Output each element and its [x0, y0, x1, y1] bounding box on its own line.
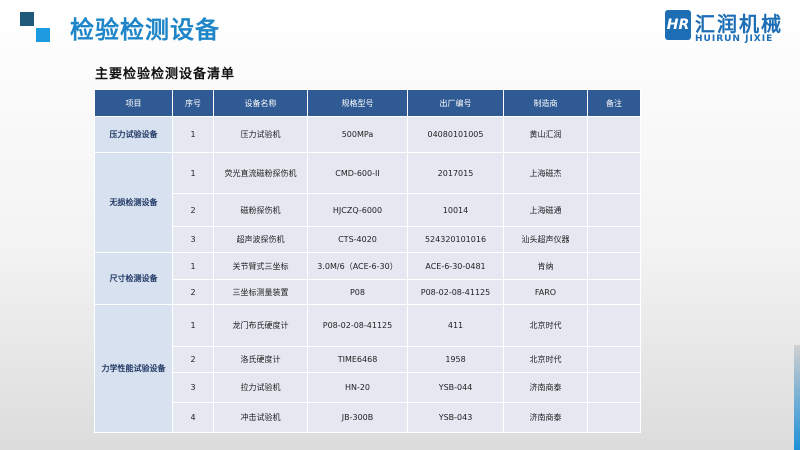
cell-name: 磁粉探伤机 — [213, 193, 308, 227]
cell-name: 拉力试验机 — [213, 372, 308, 403]
cell-note — [587, 346, 641, 373]
table-row: 2 磁粉探伤机 HJCZQ-6000 10014 上海磁通 — [95, 193, 641, 227]
cell-maker: 汕头超声仪器 — [503, 226, 588, 253]
header-item: 项目 — [94, 89, 173, 117]
cell-model: P08 — [307, 279, 408, 305]
cell-maker: 北京时代 — [503, 304, 588, 347]
cell-serial: 04080101005 — [407, 116, 504, 153]
header-no: 序号 — [172, 89, 214, 117]
cell-serial: ACE-6-30-0481 — [407, 252, 504, 280]
table-row: 3 超声波探伤机 CTS-4020 524320101016 汕头超声仪器 — [95, 226, 641, 253]
cell-maker: 济南商泰 — [503, 402, 588, 433]
table-row: 4 冲击试验机 JB-300B YSB-043 济南商泰 — [95, 402, 641, 433]
cell-serial: P08-02-08-41125 — [407, 279, 504, 305]
table-row: 3 拉力试验机 HN-20 YSB-044 济南商泰 — [95, 372, 641, 403]
cell-note — [587, 252, 641, 280]
cell-serial: 411 — [407, 304, 504, 347]
cell-maker: 北京时代 — [503, 346, 588, 373]
table-header-row: 项目 序号 设备名称 规格型号 出厂编号 制造商 备注 — [94, 89, 641, 117]
cell-model: 3.0M/6（ACE-6-30） — [307, 252, 408, 280]
header-maker: 制造商 — [503, 89, 588, 117]
equipment-table: 项目 序号 设备名称 规格型号 出厂编号 制造商 备注 压力试验设备 1 压力试… — [94, 89, 641, 433]
cell-note — [587, 279, 641, 305]
cell-model: HN-20 — [307, 372, 408, 403]
group-label: 力学性能试验设备 — [94, 304, 173, 433]
cell-no: 3 — [172, 372, 214, 403]
cell-serial: YSB-044 — [407, 372, 504, 403]
cell-note — [587, 402, 641, 433]
title-deco-square-light — [36, 28, 50, 42]
cell-maker: 黄山汇润 — [503, 116, 588, 153]
cell-no: 4 — [172, 402, 214, 433]
group-label: 压力试验设备 — [94, 116, 173, 153]
header-name: 设备名称 — [213, 89, 308, 117]
cell-serial: 524320101016 — [407, 226, 504, 253]
cell-no: 3 — [172, 226, 214, 253]
cell-note — [587, 152, 641, 194]
cell-note — [587, 193, 641, 227]
title-deco-square-dark — [20, 12, 34, 26]
logo-name-cn: 汇润机械 — [695, 12, 783, 36]
cell-model: CMD-600-II — [307, 152, 408, 194]
cell-no: 2 — [172, 346, 214, 373]
cell-name: 超声波探伤机 — [213, 226, 308, 253]
cell-maker: 上海磁杰 — [503, 152, 588, 194]
header-note: 备注 — [587, 89, 641, 117]
header-serial: 出厂编号 — [407, 89, 504, 117]
cell-name: 关节臂式三坐标 — [213, 252, 308, 280]
cell-name: 三坐标测量装置 — [213, 279, 308, 305]
cell-name: 龙门布氏硬度计 — [213, 304, 308, 347]
table-row: 2 洛氏硬度计 TIME6468 1958 北京时代 — [95, 346, 641, 373]
cell-maker: 肯纳 — [503, 252, 588, 280]
cell-name: 压力试验机 — [213, 116, 308, 153]
cell-note — [587, 304, 641, 347]
cell-name: 荧光直流磁粉探伤机 — [213, 152, 308, 194]
cell-model: JB-300B — [307, 402, 408, 433]
table-heading: 主要检验检测设备清单 — [95, 67, 236, 82]
cell-serial: 1958 — [407, 346, 504, 373]
cell-model: CTS-4020 — [307, 226, 408, 253]
cell-no: 1 — [172, 252, 214, 280]
cell-note — [587, 116, 641, 153]
cell-no: 1 — [172, 152, 214, 194]
table-row: 2 三坐标测量装置 P08 P08-02-08-41125 FARO — [95, 279, 641, 305]
cell-model: 500MPa — [307, 116, 408, 153]
cell-model: TIME6468 — [307, 346, 408, 373]
cell-no: 1 — [172, 304, 214, 347]
cell-maker: 上海磁通 — [503, 193, 588, 227]
right-accent-stripe — [794, 345, 800, 450]
group-label: 无损检测设备 — [94, 152, 173, 253]
company-logo: HR 汇润机械 HUIRUN JIXIE — [665, 10, 790, 50]
cell-note — [587, 226, 641, 253]
cell-maker: 济南商泰 — [503, 372, 588, 403]
table-row: 尺寸检测设备 1 关节臂式三坐标 3.0M/6（ACE-6-30） ACE-6-… — [94, 252, 641, 305]
logo-name-en: HUIRUN JIXIE — [695, 34, 774, 44]
cell-name: 洛氏硬度计 — [213, 346, 308, 373]
cell-model: HJCZQ-6000 — [307, 193, 408, 227]
group-label: 尺寸检测设备 — [94, 252, 173, 305]
cell-note — [587, 372, 641, 403]
cell-serial: YSB-043 — [407, 402, 504, 433]
cell-no: 1 — [172, 116, 214, 153]
table-row: 无损检测设备 1 荧光直流磁粉探伤机 CMD-600-II 2017015 上海… — [94, 152, 641, 253]
cell-no: 2 — [172, 279, 214, 305]
cell-model: P08-02-08-41125 — [307, 304, 408, 347]
cell-name: 冲击试验机 — [213, 402, 308, 433]
cell-serial: 10014 — [407, 193, 504, 227]
slide-title: 检验检测设备 — [70, 16, 220, 44]
logo-mark-icon: HR — [665, 10, 691, 40]
cell-no: 2 — [172, 193, 214, 227]
table-row: 力学性能试验设备 1 龙门布氏硬度计 P08-02-08-41125 411 北… — [94, 304, 641, 433]
header-model: 规格型号 — [307, 89, 408, 117]
cell-maker: FARO — [503, 279, 588, 305]
table-row: 压力试验设备 1 压力试验机 500MPa 04080101005 黄山汇润 — [94, 116, 641, 153]
cell-serial: 2017015 — [407, 152, 504, 194]
